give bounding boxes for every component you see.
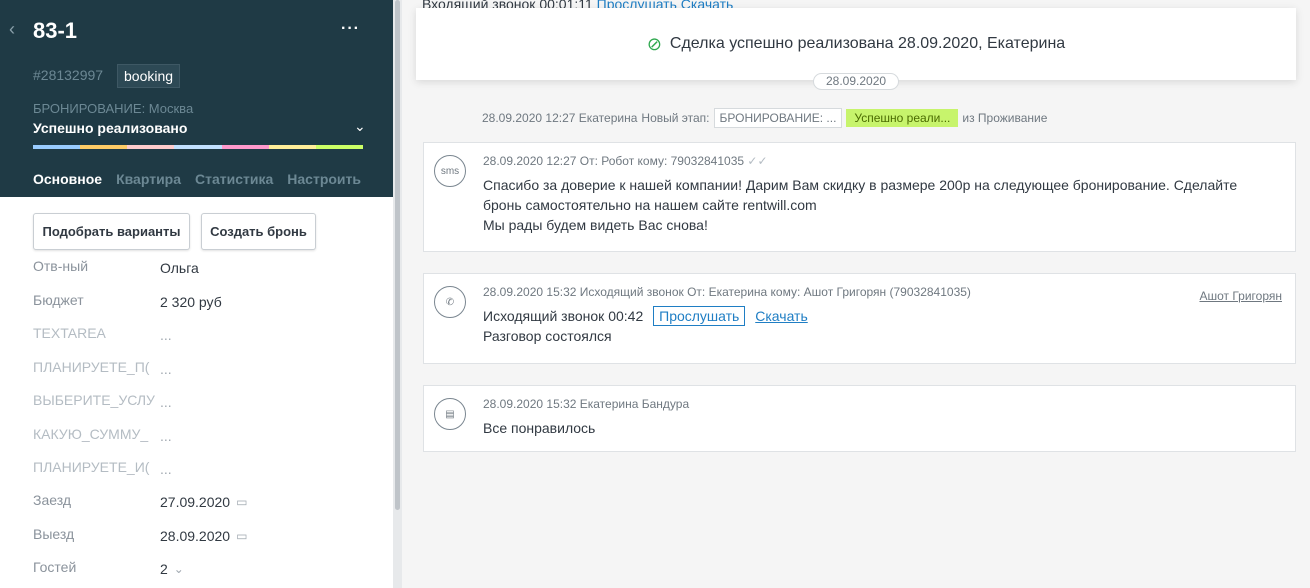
- field-label: КАКУЮ_СУММУ_: [33, 426, 149, 442]
- chevron-down-icon[interactable]: ⌄: [354, 118, 366, 135]
- field-guests: Гостей 2 ⌄: [33, 559, 184, 579]
- tab-statistics[interactable]: Статистика: [195, 171, 273, 187]
- field-choose-service: ВЫБЕРИТЕ_УСЛУ ...: [33, 392, 172, 412]
- progress-segment: [315, 145, 363, 149]
- stage-badge: Успешно реали...: [846, 109, 959, 127]
- field-label: Бюджет: [33, 292, 84, 308]
- panel-scrollbar-thumb[interactable]: [395, 0, 400, 510]
- status-select[interactable]: Успешно реализовано: [33, 120, 187, 136]
- field-value[interactable]: ...: [160, 359, 172, 379]
- sms-line: бронь самостоятельно на нашем сайте rent…: [483, 197, 817, 213]
- progress-segment: [33, 145, 81, 149]
- progress-segment: [221, 145, 269, 149]
- call-entry: ✆ 28.09.2020 15:32 Исходящий звонок От: …: [423, 273, 1296, 364]
- checkout-date[interactable]: 28.09.2020: [160, 528, 230, 544]
- checkin-date[interactable]: 27.09.2020: [160, 494, 230, 510]
- lead-card-panel: ‹ 83-1 ··· #28132997 booking БРОНИРОВАНИ…: [0, 0, 393, 588]
- stage-from: из Проживание: [962, 111, 1048, 125]
- success-text: Сделка успешно реализована 28.09.2020, Е…: [669, 35, 1066, 52]
- stage-change-entry: 28.09.2020 12:27 Екатерина Новый этап: Б…: [482, 108, 1047, 128]
- field-value[interactable]: ...: [160, 325, 172, 345]
- field-label: Гостей: [33, 559, 77, 575]
- sms-entry: sms 28.09.2020 12:27 От: Робот кому: 790…: [423, 142, 1296, 252]
- field-budget: Бюджет 2 320 руб: [33, 292, 222, 312]
- delivered-ticks-icon: ✓✓: [747, 154, 768, 168]
- sms-line: Мы рады будем видеть Вас снова!: [483, 217, 708, 233]
- field-value[interactable]: 2 ⌄: [160, 559, 184, 579]
- call-text: Исходящий звонок 00:42: [483, 308, 644, 324]
- field-which-sum: КАКУЮ_СУММУ_ ...: [33, 426, 172, 446]
- lead-name[interactable]: 83-1: [33, 18, 77, 44]
- note-text: Все понравилось: [483, 420, 596, 436]
- field-label: Отв-ный: [33, 258, 89, 274]
- guests-count[interactable]: 2: [160, 561, 168, 577]
- pipeline-name: БРОНИРОВАНИЕ: Москва: [33, 101, 194, 116]
- pipeline-progress-bar: [33, 145, 363, 149]
- field-value[interactable]: 27.09.2020 ▭: [160, 492, 247, 512]
- field-checkout: Выезд 28.09.2020 ▭: [33, 526, 247, 546]
- lead-header: ‹ 83-1 ··· #28132997 booking БРОНИРОВАНИ…: [0, 0, 393, 197]
- date-separator: 28.09.2020: [813, 73, 900, 90]
- tab-settings[interactable]: Настроить: [287, 171, 361, 187]
- field-value[interactable]: ...: [160, 459, 172, 479]
- chevron-down-icon[interactable]: ⌄: [174, 562, 184, 576]
- progress-segment: [268, 145, 316, 149]
- entry-meta: 28.09.2020 12:27 От: Робот кому: 7903284…: [483, 154, 768, 168]
- call-line: Исходящий звонок 00:42 Прослушать Скачат…: [483, 306, 1283, 326]
- field-responsible: Отв-ный Ольга: [33, 258, 199, 278]
- progress-segment: [80, 145, 128, 149]
- note-icon: ▤: [434, 398, 466, 430]
- sms-icon: sms: [434, 155, 466, 187]
- calendar-icon[interactable]: ▭: [236, 495, 247, 509]
- field-label: TEXTAREA: [33, 325, 106, 341]
- field-value[interactable]: 2 320 руб: [160, 292, 222, 312]
- field-value[interactable]: ...: [160, 392, 172, 412]
- field-label: ПЛАНИРУЕТЕ_П(: [33, 359, 150, 375]
- check-circle-icon: ⊘: [646, 33, 662, 54]
- listen-button[interactable]: Прослушать: [653, 306, 746, 326]
- tag-badge[interactable]: booking: [117, 64, 181, 88]
- field-value[interactable]: 28.09.2020 ▭: [160, 526, 247, 546]
- activity-feed: Входящий звонок 00:01:11 Прослушать Скач…: [402, 0, 1310, 588]
- call-meta: 28.09.2020 15:32 Исходящий звонок От: Ек…: [483, 285, 971, 299]
- tab-apartment[interactable]: Квартира: [116, 171, 181, 187]
- pick-variants-button[interactable]: Подобрать варианты: [33, 213, 190, 250]
- call-result: Разговор состоялся: [483, 328, 612, 344]
- field-value[interactable]: ...: [160, 426, 172, 446]
- calendar-icon[interactable]: ▭: [236, 529, 247, 543]
- stage-change-meta: 28.09.2020 12:27 Екатерина: [482, 111, 638, 125]
- back-chevron-icon[interactable]: ‹: [9, 19, 15, 40]
- success-banner: ⊘ Сделка успешно реализована 28.09.2020,…: [416, 8, 1296, 80]
- note-meta: 28.09.2020 15:32 Екатерина Бандура: [483, 397, 690, 411]
- lead-id: #28132997: [33, 67, 104, 83]
- sms-line: Спасибо за доверие к нашей компании! Дар…: [483, 177, 1238, 193]
- sms-meta: 28.09.2020 12:27 От: Робот кому: 7903284…: [483, 154, 745, 168]
- note-entry: ▤ 28.09.2020 15:32 Екатерина Бандура Все…: [423, 385, 1296, 452]
- phone-outgoing-icon: ✆: [434, 286, 466, 318]
- field-label: ПЛАНИРУЕТЕ_И(: [33, 459, 150, 475]
- field-label: ВЫБЕРИТЕ_УСЛУ: [33, 392, 155, 408]
- field-textarea: TEXTAREA ...: [33, 325, 172, 345]
- entry-body: Исходящий звонок 00:42 Прослушать Скачат…: [483, 306, 1283, 346]
- stage-pipeline: БРОНИРОВАНИЕ: ...: [713, 108, 843, 128]
- progress-segment: [127, 145, 175, 149]
- field-value[interactable]: Ольга: [160, 258, 199, 278]
- field-checkin: Заезд 27.09.2020 ▭: [33, 492, 247, 512]
- new-stage-label: Новый этап:: [641, 111, 710, 125]
- field-label: Выезд: [33, 526, 75, 542]
- create-booking-button[interactable]: Создать бронь: [201, 213, 316, 250]
- field-label: Заезд: [33, 492, 72, 508]
- field-plan-p: ПЛАНИРУЕТЕ_П( ...: [33, 359, 172, 379]
- download-link[interactable]: Скачать: [755, 308, 808, 324]
- entry-body: Спасибо за доверие к нашей компании! Дар…: [483, 175, 1283, 235]
- field-plan-i: ПЛАНИРУЕТЕ_И( ...: [33, 459, 172, 479]
- tab-main[interactable]: Основное: [33, 171, 102, 187]
- progress-segment: [174, 145, 222, 149]
- contact-link[interactable]: Ашот Григорян: [1199, 289, 1282, 303]
- lead-tabs: Основное Квартира Статистика Настроить: [33, 171, 361, 187]
- more-menu-icon[interactable]: ···: [341, 20, 360, 38]
